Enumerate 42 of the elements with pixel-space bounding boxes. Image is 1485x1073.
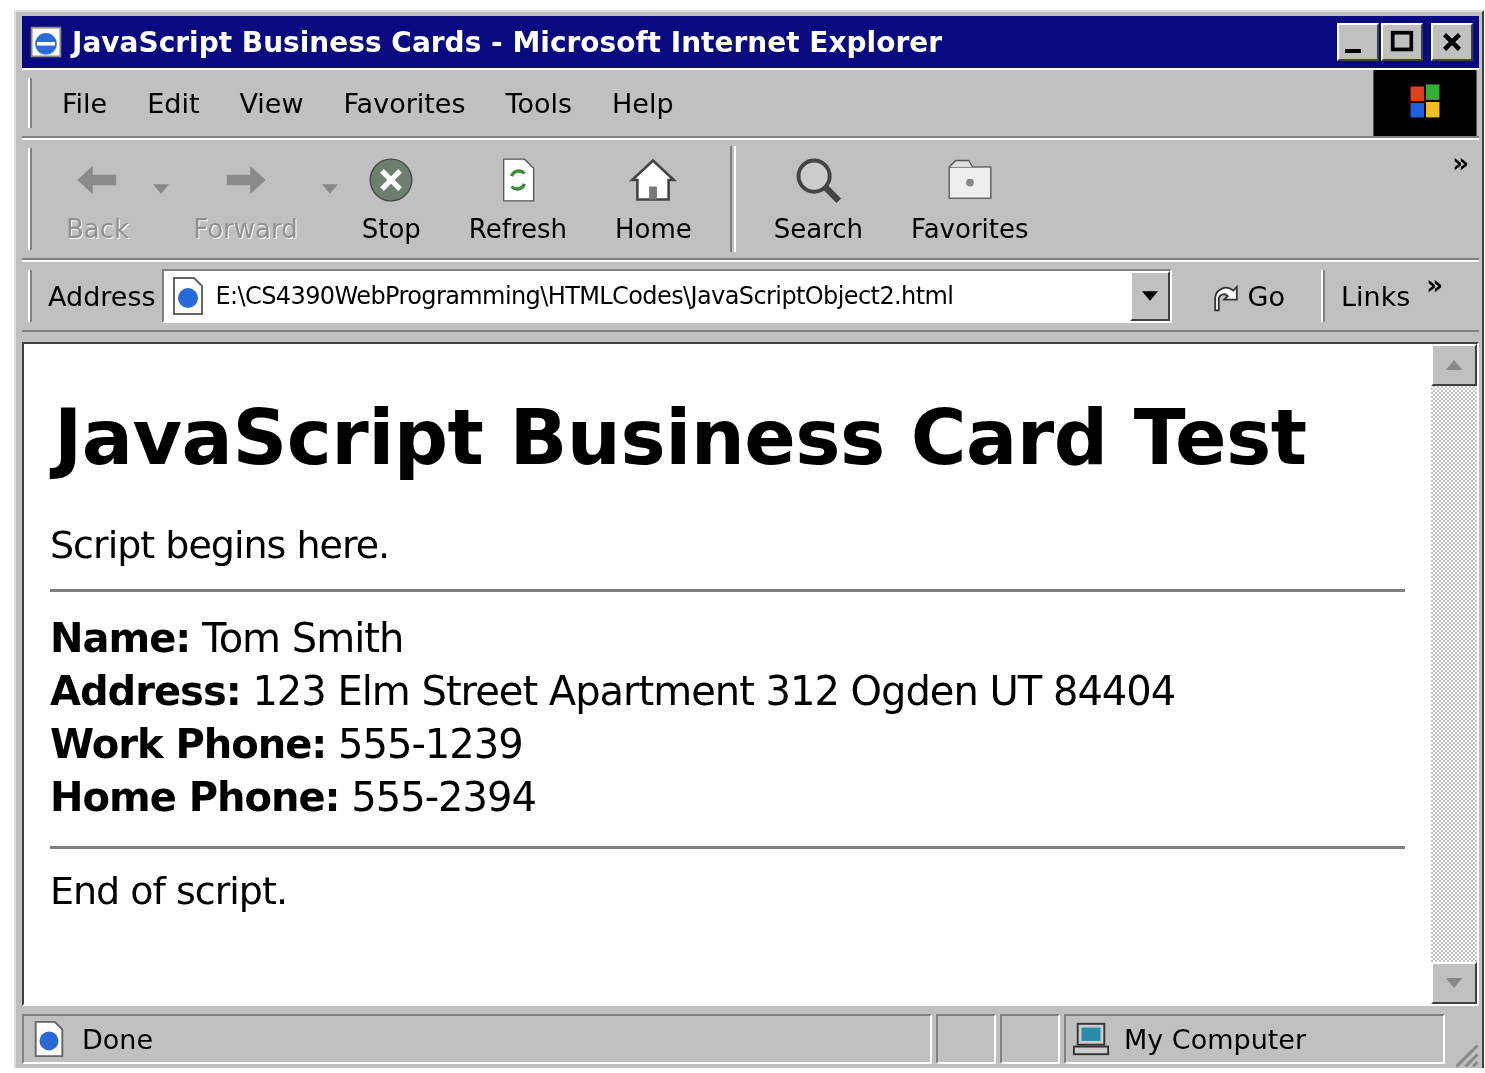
zone-text: My Computer	[1124, 1023, 1307, 1055]
address-label: Address	[48, 280, 156, 312]
dropdown-button[interactable]	[1129, 271, 1170, 321]
toolbar-button[interactable]: Search	[749, 150, 888, 248]
down-arrow-icon	[1443, 978, 1465, 988]
card-field: Home Phone: 555-2394	[50, 771, 1405, 824]
scroll-down-button[interactable]	[1431, 962, 1477, 1004]
outro-text: End of script.	[50, 869, 288, 913]
menu-item[interactable]: View	[219, 87, 324, 119]
minimize-icon	[1345, 49, 1361, 53]
more-button[interactable]: »	[1426, 270, 1444, 300]
toolbar-button[interactable]: Stop	[337, 150, 445, 248]
close-button[interactable]	[1431, 23, 1473, 61]
minimize-button[interactable]	[1337, 23, 1379, 61]
intro-text: Script begins here.	[50, 523, 391, 567]
toolbar-button[interactable]: Refresh	[444, 150, 591, 248]
page-heading: JavaScript Business Card Test	[50, 390, 1405, 485]
menu-item[interactable]: Help	[592, 87, 694, 119]
go-button[interactable]: Go	[1177, 278, 1309, 314]
maximize-button[interactable]	[1381, 23, 1423, 61]
card-field: Address: 123 Elm Street Apartment 312 Ogden UT 84404	[50, 665, 1405, 718]
address-field[interactable]: E:\CS4390WebProgramming\HTMLCodes\JavaScriptObject2.html	[161, 269, 1172, 323]
card-field: Name: Tom Smith	[50, 612, 1405, 665]
scrollbar[interactable]	[1431, 344, 1477, 1004]
menu-item[interactable]: Edit	[127, 87, 220, 119]
up-arrow-icon	[1443, 360, 1465, 370]
status-panel	[936, 1014, 996, 1064]
computer-icon	[1072, 1020, 1110, 1058]
browser-icon	[28, 24, 64, 60]
scroll-up-button[interactable]	[1431, 344, 1477, 386]
card-field: Work Phone: 555-1239	[50, 718, 1405, 771]
windows-logo-icon	[1371, 70, 1479, 136]
menu-item[interactable]: File	[42, 87, 128, 119]
toolbar-button[interactable]: Home	[591, 150, 716, 248]
status-panel	[1000, 1014, 1060, 1064]
links-button[interactable]: Links	[1341, 280, 1411, 312]
toolbar-button[interactable]: Favorites	[887, 150, 1053, 248]
window-title: JavaScript Business Cards - Microsoft Internet Explorer	[72, 25, 942, 59]
status-text: Done	[82, 1023, 154, 1055]
menu-item[interactable]: Favorites	[323, 87, 486, 119]
menu-item[interactable]: Tools	[485, 87, 593, 119]
more-button[interactable]: »	[1452, 148, 1469, 178]
